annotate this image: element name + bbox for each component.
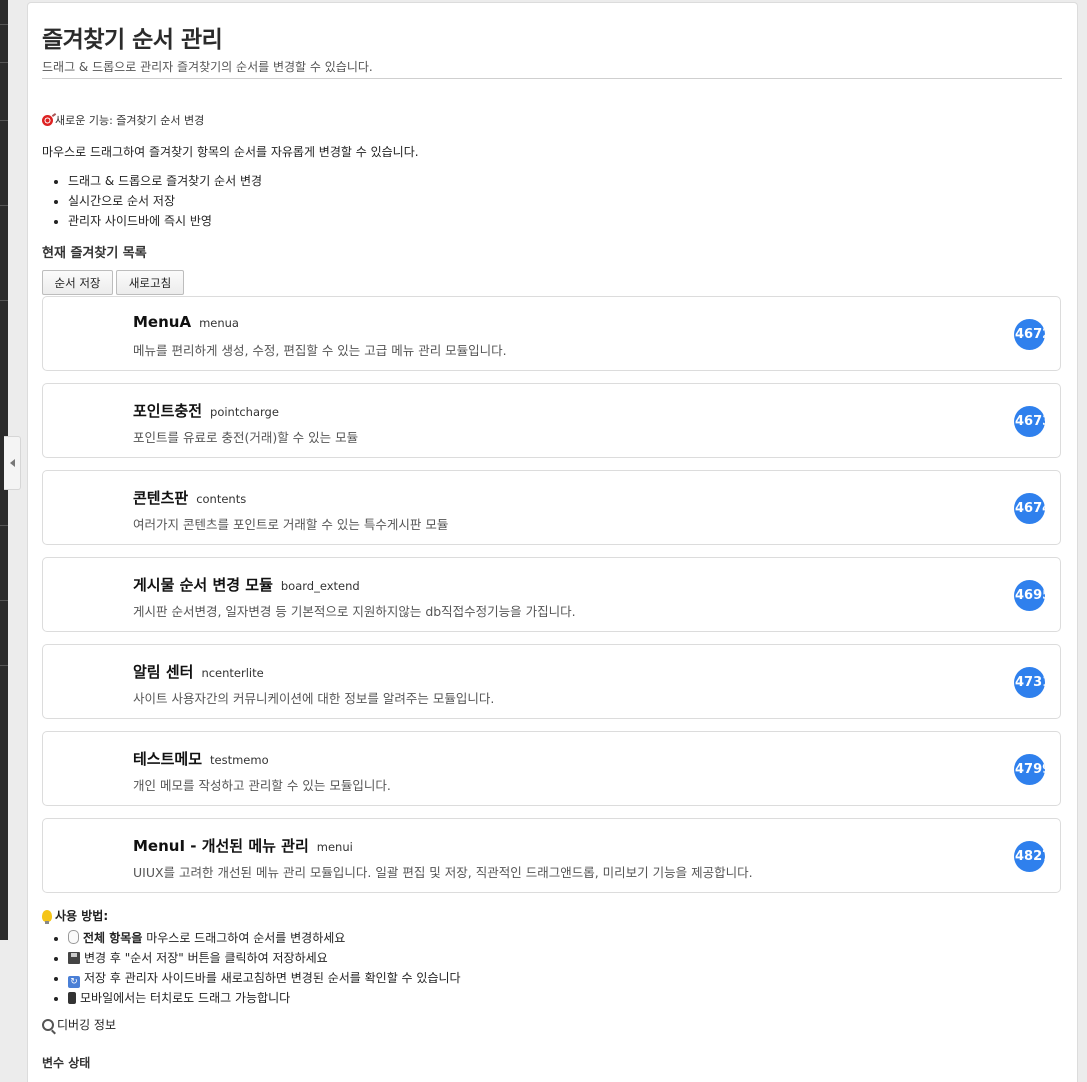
item-code: pointcharge [210,405,279,419]
refresh-button[interactable]: 새로고침 [116,270,184,295]
item-code: ncenterlite [201,666,264,680]
item-id-badge: 4674 [1014,493,1045,524]
usage-step-text: 마우스로 드래그하여 순서를 변경하세요 [142,931,346,945]
feature-title-text: 새로운 기능: 즐겨찾기 순서 변경 [55,114,205,127]
debug-toggle[interactable]: 디버깅 정보 [42,1016,116,1033]
main-panel: 즐겨찾기 순서 관리 드래그 & 드롭으로 관리자 즐겨찾기의 순서를 변경할 … [27,2,1078,1082]
item-id-badge: 4672 [1014,319,1045,350]
usage-step: 모바일에서는 터치로도 드래그 가능합니다 [68,988,461,1008]
item-id-badge: 4799 [1014,754,1045,785]
floppy-disk-icon [68,952,80,964]
usage-step-text: 모바일에서는 터치로도 드래그 가능합니다 [80,991,291,1005]
feature-list-item: 관리자 사이드바에 즉시 반영 [68,211,262,231]
list-item[interactable]: MenuI - 개선된 메뉴 관리 menui UIUX를 고려한 개선된 메뉴 … [42,818,1061,893]
favorites-list: MenuA menua 메뉴를 편리하게 생성, 수정, 편집할 수 있는 고급 … [42,296,1061,905]
usage-list: 전체 항목을 마우스로 드래그하여 순서를 변경하세요 변경 후 "순서 저장"… [42,928,461,1008]
save-order-button[interactable]: 순서 저장 [42,270,113,295]
mobile-phone-icon [68,992,76,1004]
item-id-badge: 4731 [1014,667,1045,698]
item-description: 포인트를 유료로 충전(거래)할 수 있는 모듈 [133,430,359,445]
page-subtitle: 드래그 & 드롭으로 관리자 즐겨찾기의 순서를 변경할 수 있습니다. [42,60,373,74]
usage-title: 사용 방법: [55,909,109,923]
item-name: 알림 센터 [133,663,194,681]
list-section-title: 현재 즐겨찾기 목록 [42,246,147,261]
item-code: contents [196,492,247,506]
usage-step-text: 저장 후 관리자 사이드바를 새로고침하면 변경된 순서를 확인할 수 있습니다 [84,971,461,985]
usage-step-text: 변경 후 "순서 저장" 버튼을 클릭하여 저장하세요 [84,951,328,965]
page-title: 즐겨찾기 순서 관리 [42,27,223,53]
item-name: 콘텐츠판 [133,489,189,507]
item-name: 포인트충전 [133,402,203,420]
feature-list-item: 실시간으로 순서 저장 [68,191,262,211]
item-name: MenuI - 개선된 메뉴 관리 [133,837,309,855]
chevron-left-icon [9,459,15,467]
item-name: MenuA [133,313,192,331]
debug-title: 디버깅 정보 [57,1018,117,1032]
usage-section: 사용 방법: 전체 항목을 마우스로 드래그하여 순서를 변경하세요 변경 후 … [42,907,461,1008]
feature-list-item: 드래그 & 드롭으로 즐겨찾기 순서 변경 [68,171,262,191]
usage-step-strong: 전체 항목을 [83,931,143,945]
mouse-icon [68,930,79,944]
item-description: 개인 메모를 작성하고 관리할 수 있는 모듈입니다. [133,778,391,793]
item-code: testmemo [210,753,269,767]
lightbulb-icon [42,909,52,924]
list-item[interactable]: MenuA menua 메뉴를 편리하게 생성, 수정, 편집할 수 있는 고급 … [42,296,1061,371]
item-id-badge: 4673 [1014,406,1045,437]
usage-step: 변경 후 "순서 저장" 버튼을 클릭하여 저장하세요 [68,948,461,968]
item-description: 사이트 사용자간의 커뮤니케이션에 대한 정보를 알려주는 모듈입니다. [133,691,495,706]
item-code: board_extend [280,579,360,593]
item-name: 게시물 순서 변경 모듈 [133,576,273,594]
item-description: 메뉴를 편리하게 생성, 수정, 편집할 수 있는 고급 메뉴 관리 모듈입니다… [133,343,507,358]
item-description: 게시판 순서변경, 일자변경 등 기본적으로 지원하지않는 db직접수정기능을 … [133,604,576,619]
usage-step: 전체 항목을 마우스로 드래그하여 순서를 변경하세요 [68,928,461,948]
magnifier-icon [42,1018,54,1031]
item-id-badge: 4695 [1014,580,1045,611]
item-code: menua [199,316,239,330]
item-id-badge: 4827 [1014,841,1045,872]
feature-title: 새로운 기능: 즐겨찾기 순서 변경 [42,112,204,128]
list-item[interactable]: 알림 센터 ncenterlite 사이트 사용자간의 커뮤니케이션에 대한 정보… [42,644,1061,719]
target-icon [42,114,53,126]
variable-state-title: 변수 상태 [42,1056,91,1070]
item-name: 테스트메모 [133,750,203,768]
item-code: menui [316,840,353,854]
list-item[interactable]: 테스트메모 testmemo 개인 메모를 작성하고 관리할 수 있는 모듈입니다… [42,731,1061,806]
list-item[interactable]: 콘텐츠판 contents 여러가지 콘텐츠를 포인트로 거래할 수 있는 특수게… [42,470,1061,545]
usage-step: ↻ 저장 후 관리자 사이드바를 새로고침하면 변경된 순서를 확인할 수 있습니… [68,968,461,988]
item-description: 여러가지 콘텐츠를 포인트로 거래할 수 있는 특수게시판 모듈 [133,517,449,532]
item-description: UIUX를 고려한 개선된 메뉴 관리 모듈입니다. 일괄 편집 및 저장, 직… [133,865,753,880]
feature-list: 드래그 & 드롭으로 즐겨찾기 순서 변경 실시간으로 순서 저장 관리자 사이… [42,171,262,231]
feature-description: 마우스로 드래그하여 즐겨찾기 항목의 순서를 자유롭게 변경할 수 있습니다. [42,145,419,159]
sidebar-toggle-button[interactable] [4,436,21,490]
button-row: 순서 저장 새로고침 [42,270,184,295]
refresh-icon: ↻ [68,976,80,988]
page-header: 즐겨찾기 순서 관리 드래그 & 드롭으로 관리자 즐겨찾기의 순서를 변경할 … [42,25,1062,79]
list-item[interactable]: 게시물 순서 변경 모듈 board_extend 게시판 순서변경, 일자변경 … [42,557,1061,632]
list-item[interactable]: 포인트충전 pointcharge 포인트를 유료로 충전(거래)할 수 있는 모… [42,383,1061,458]
